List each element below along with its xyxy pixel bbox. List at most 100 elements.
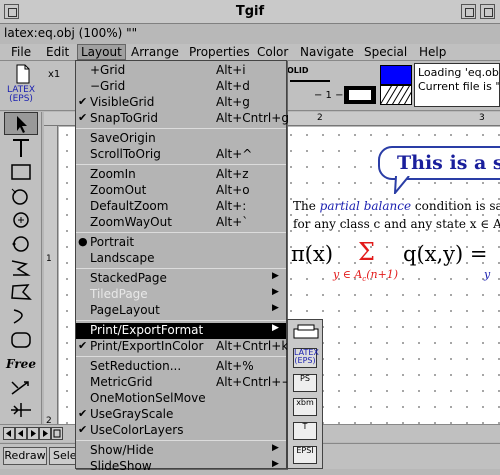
menu-item-label: SlideShow (90, 459, 152, 473)
latex-eps-format-icon[interactable]: LATEX (EPS) (293, 348, 319, 368)
fill-pattern-icon[interactable] (343, 85, 377, 105)
submenu-arrow-icon: ▶ (272, 271, 279, 281)
layout-menu-item-print-exportformat[interactable]: Print/ExportFormat ▶ (76, 323, 286, 339)
layout-menu-item-tiledpage[interactable]: TiledPage ▶ (76, 287, 286, 303)
line-width-icon[interactable] (290, 77, 330, 85)
latex-eps-icon[interactable]: LATEX (EPS) (7, 86, 35, 104)
layout-menu-item-portrait[interactable]: ● Portrait (76, 235, 286, 251)
eps-label: (EPS) (9, 94, 33, 104)
emphasis-text: partial balance (319, 199, 412, 213)
layout-menu-item-usegrayscale[interactable]: ✔ UseGrayScale (76, 407, 286, 423)
layout-menu-item-onemotionselmove[interactable]: OneMotionSelMove (76, 391, 286, 407)
layout-menu-item-zoomin[interactable]: ZoomIn Alt+z (76, 167, 286, 183)
minimize-button[interactable] (461, 4, 476, 19)
menu-item-label: ScrollToOrig (90, 147, 161, 161)
menu-item-label: SnapToGrid (90, 111, 159, 125)
radio-dot-icon: ● (78, 235, 88, 248)
menu-layout[interactable]: Layout (77, 44, 126, 60)
arc-tool[interactable] (4, 304, 38, 327)
polygon-tool[interactable] (4, 280, 38, 303)
text-run: condition is satis (414, 199, 500, 213)
menu-arrange[interactable]: Arrange (131, 45, 179, 59)
menu-item-shortcut: Alt+Cntrl+g (216, 111, 289, 125)
menu-special[interactable]: Special (364, 45, 407, 59)
menu-navigate[interactable]: Navigate (300, 45, 354, 59)
layout-menu-item-grid[interactable]: −Grid Alt+d (76, 79, 286, 95)
rectangle-tool[interactable] (4, 160, 38, 183)
menu-help[interactable]: Help (419, 45, 446, 59)
rotate-tool[interactable] (4, 376, 38, 399)
shear-icon (11, 402, 31, 417)
layout-menu-item-landscape[interactable]: Landscape (76, 251, 286, 267)
layout-menu-item-visiblegrid[interactable]: ✔ VisibleGrid Alt+g (76, 95, 286, 111)
document-text-line: The partial balance condition is satis (293, 199, 500, 213)
menu-item-label: StackedPage (90, 271, 167, 285)
layout-menu-item-print-exportincolor[interactable]: ✔ Print/ExportInColor Alt+Cntrl+k (76, 339, 289, 355)
new-file-icon[interactable] (14, 64, 32, 84)
menu-properties[interactable]: Properties (189, 45, 250, 59)
layout-menu-item-stackedpage[interactable]: StackedPage ▶ (76, 271, 286, 287)
oval-edge-tool[interactable] (4, 232, 38, 255)
rounded-rect-tool[interactable] (4, 328, 38, 351)
menu-edit[interactable]: Edit (46, 45, 69, 59)
menu-color[interactable]: Color (257, 45, 288, 59)
menu-item-label: +Grid (90, 63, 126, 77)
select-tool[interactable] (4, 112, 38, 135)
menu-item-label: UseColorLayers (90, 423, 184, 437)
menu-item-label: Print/ExportInColor (90, 339, 204, 353)
window-title: Tgif (235, 4, 265, 19)
menu-file[interactable]: File (11, 45, 31, 59)
menu-item-shortcut: Alt+o (216, 183, 250, 197)
menu-item-label: OneMotionSelMove (90, 391, 206, 405)
menu-separator (76, 356, 286, 357)
line-type-label[interactable]: OLID (287, 66, 309, 75)
layout-menu-item-scrolltoorig[interactable]: ScrollToOrig Alt+^ (76, 147, 286, 163)
menu-item-label: Show/Hide (90, 443, 154, 457)
xbm-format-icon[interactable]: xbm (293, 398, 317, 416)
line-style-label[interactable]: − 1 − (314, 90, 343, 101)
menu-item-label: SaveOrigin (90, 131, 156, 145)
text-run: (n+1) (366, 268, 399, 281)
layout-menu-item-grid[interactable]: +Grid Alt+i (76, 63, 286, 79)
layout-menu-item-zoomout[interactable]: ZoomOut Alt+o (76, 183, 286, 199)
oval-tool[interactable] (4, 184, 38, 207)
layout-menu-item-defaultzoom[interactable]: DefaultZoom Alt+: (76, 199, 286, 215)
menu-item-label: ZoomOut (90, 183, 147, 197)
page-nav-arrows-icon[interactable] (3, 427, 65, 440)
menu-separator (76, 268, 286, 269)
color-swatch[interactable] (380, 65, 412, 85)
layout-menu-item-saveorigin[interactable]: SaveOrigin (76, 131, 286, 147)
layout-menu-item-slideshow[interactable]: SlideShow ▶ (76, 459, 286, 475)
drawing-tools: Free (0, 112, 42, 424)
printer-icon[interactable] (293, 324, 319, 340)
redraw-button[interactable]: Redraw (3, 447, 47, 465)
text-tool[interactable] (4, 136, 38, 159)
oval-center-tool[interactable] (4, 208, 38, 231)
layout-menu-item-pagelayout[interactable]: PageLayout ▶ (76, 303, 286, 319)
checkmark-icon: ✔ (78, 339, 88, 352)
layout-menu-item-metricgrid[interactable]: MetricGrid Alt+Cntrl+− (76, 375, 291, 391)
polyline-tool[interactable] (4, 256, 38, 279)
ps-format-icon[interactable]: PS (293, 374, 317, 392)
menu-item-label: UseGrayScale (90, 407, 174, 421)
text-t-icon (13, 138, 29, 157)
layout-menu-item-snaptogrid[interactable]: ✔ SnapToGrid Alt+Cntrl+g (76, 111, 289, 127)
text-run: for any class c and any state x ∈ A (293, 217, 500, 231)
ruler-mark: 3 (479, 113, 485, 123)
menu-item-shortcut: Alt+Cntrl+k (216, 339, 289, 353)
submenu-arrow-icon: ▶ (272, 459, 279, 469)
epsi-format-icon[interactable]: EPSI (293, 446, 317, 464)
pen-pattern-icon[interactable] (380, 85, 412, 105)
formula-right-side: q(x,y) = (403, 242, 488, 266)
text-format-icon[interactable]: T (293, 422, 317, 440)
layout-menu-item-usecolorlayers[interactable]: ✔ UseColorLayers (76, 423, 286, 439)
layout-menu-item-setreduction[interactable]: SetReduction... Alt+% (76, 359, 286, 375)
layout-menu-item-show-hide[interactable]: Show/Hide ▶ (76, 443, 286, 459)
menu-item-label: TiledPage (90, 287, 148, 301)
layout-menu-item-zoomwayout[interactable]: ZoomWayOut Alt+` (76, 215, 286, 231)
menu-item-label: VisibleGrid (90, 95, 155, 109)
maximize-button[interactable] (480, 4, 495, 19)
freehand-tool[interactable]: Free (4, 352, 38, 375)
layout-menu: +Grid Alt+i −Grid Alt+d ✔ VisibleGrid Alt+g ✔ Sn… (75, 60, 291, 473)
shear-tool[interactable] (4, 398, 38, 421)
